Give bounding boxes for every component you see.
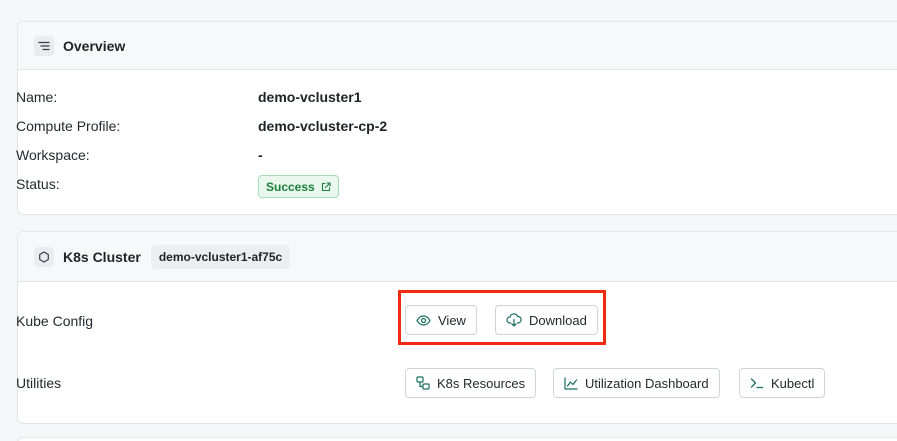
resources-icon: [416, 376, 430, 390]
utilization-dashboard-label: Utilization Dashboard: [585, 375, 709, 391]
line-chart-icon: [564, 376, 578, 390]
name-label: Name:: [16, 89, 58, 105]
kube-config-label: Kube Config: [16, 313, 94, 329]
highlight-box: [398, 290, 606, 345]
compute-profile-label: Compute Profile:: [16, 118, 121, 134]
hexagon-icon: [34, 246, 54, 267]
kubectl-label: Kubectl: [771, 375, 815, 391]
external-link-icon: [321, 181, 331, 191]
overview-row-compute-profile: Compute Profile: demo-vcluster-cp-2: [16, 118, 387, 134]
kubectl-button[interactable]: Kubectl: [739, 368, 826, 398]
workspace-value: -: [258, 147, 263, 163]
kube-config-row: Kube Config: [16, 313, 258, 329]
overview-row-workspace: Workspace: -: [16, 147, 263, 163]
cluster-name-tag: demo-vcluster1-af75c: [150, 244, 291, 269]
status-label: Status:: [16, 176, 60, 192]
status-badge-text: Success: [266, 179, 315, 194]
utilities-row: Utilities: [16, 375, 258, 391]
k8s-cluster-header: K8s Cluster demo-vcluster1-af75c: [18, 232, 897, 282]
compute-profile-value: demo-vcluster-cp-2: [258, 118, 388, 134]
overview-row-status: Status: Success: [16, 175, 339, 198]
list-icon: [34, 35, 54, 56]
k8s-resources-button[interactable]: K8s Resources: [405, 368, 537, 398]
overview-title: Overview: [63, 37, 126, 54]
terminal-icon: [750, 378, 764, 389]
utilization-dashboard-button[interactable]: Utilization Dashboard: [553, 368, 720, 398]
next-card: [17, 437, 897, 441]
overview-row-name: Name: demo-vcluster1: [16, 89, 361, 105]
name-value: demo-vcluster1: [258, 89, 362, 105]
status-badge[interactable]: Success: [258, 175, 339, 198]
k8s-resources-label: K8s Resources: [437, 375, 526, 391]
utilities-label: Utilities: [16, 375, 62, 391]
workspace-label: Workspace:: [16, 147, 90, 163]
overview-header: Overview: [18, 22, 897, 70]
k8s-cluster-title: K8s Cluster: [63, 248, 141, 265]
